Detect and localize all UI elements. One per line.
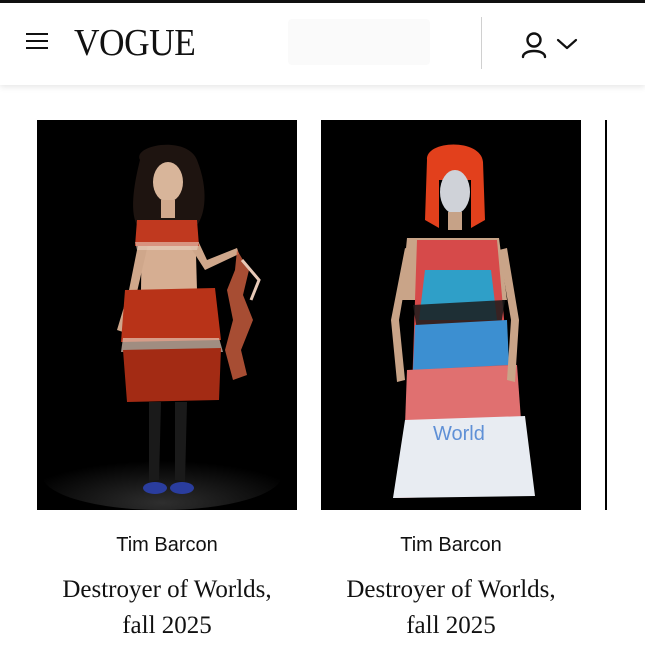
runway-photo[interactable]: World <box>321 120 581 510</box>
show-title-line-2: fall 2025 <box>406 612 496 639</box>
site-header: VOGUE <box>0 3 645 85</box>
vogue-logo[interactable]: VOGUE <box>74 21 196 65</box>
designer-name[interactable]: Tim Barcon <box>37 534 297 557</box>
show-title-line-1: Destroyer of Worlds, <box>346 576 556 603</box>
user-icon <box>521 32 547 59</box>
svg-text:World: World <box>433 423 485 445</box>
hamburger-menu-icon[interactable] <box>26 31 48 51</box>
header-divider <box>481 17 482 69</box>
chevron-down-icon <box>556 38 578 50</box>
next-card-peek[interactable] <box>605 120 607 510</box>
show-title[interactable]: Destroyer of Worlds, fall 2025 <box>17 572 317 644</box>
header-promo-button[interactable] <box>288 19 430 65</box>
show-title-line-1: Destroyer of Worlds, <box>62 576 272 603</box>
show-title[interactable]: Destroyer of Worlds, fall 2025 <box>301 572 601 644</box>
designer-name[interactable]: Tim Barcon <box>321 534 581 557</box>
account-menu-button[interactable] <box>520 29 584 61</box>
show-title-line-2: fall 2025 <box>122 612 212 639</box>
runway-photo[interactable] <box>37 120 297 510</box>
